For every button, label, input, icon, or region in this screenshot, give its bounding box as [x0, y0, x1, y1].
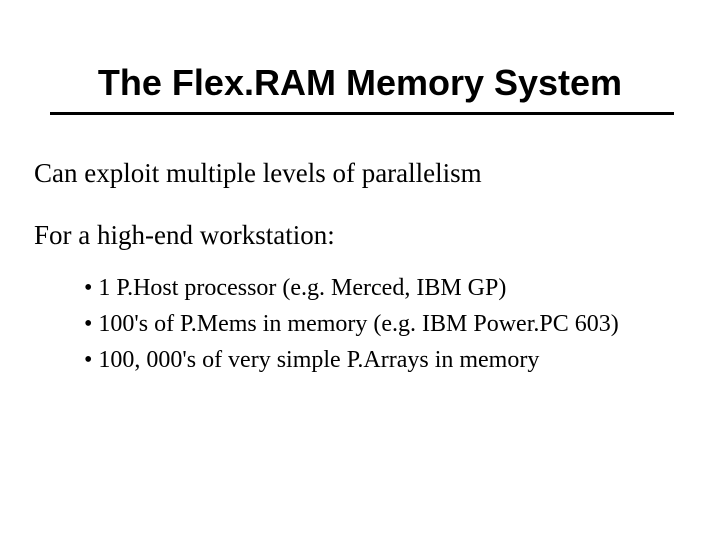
- bullet-list: • 1 P.Host processor (e.g. Merced, IBM G…: [34, 273, 690, 375]
- paragraph-parallelism: Can exploit multiple levels of paralleli…: [34, 157, 690, 191]
- bullet-item: • 100, 000's of very simple P.Arrays in …: [84, 345, 690, 375]
- slide-body: Can exploit multiple levels of paralleli…: [0, 115, 720, 375]
- bullet-item: • 100's of P.Mems in memory (e.g. IBM Po…: [84, 309, 690, 339]
- paragraph-workstation: For a high-end workstation:: [34, 219, 690, 253]
- slide: The Flex.RAM Memory System Can exploit m…: [0, 0, 720, 540]
- slide-title: The Flex.RAM Memory System: [0, 0, 720, 112]
- bullet-item: • 1 P.Host processor (e.g. Merced, IBM G…: [84, 273, 690, 303]
